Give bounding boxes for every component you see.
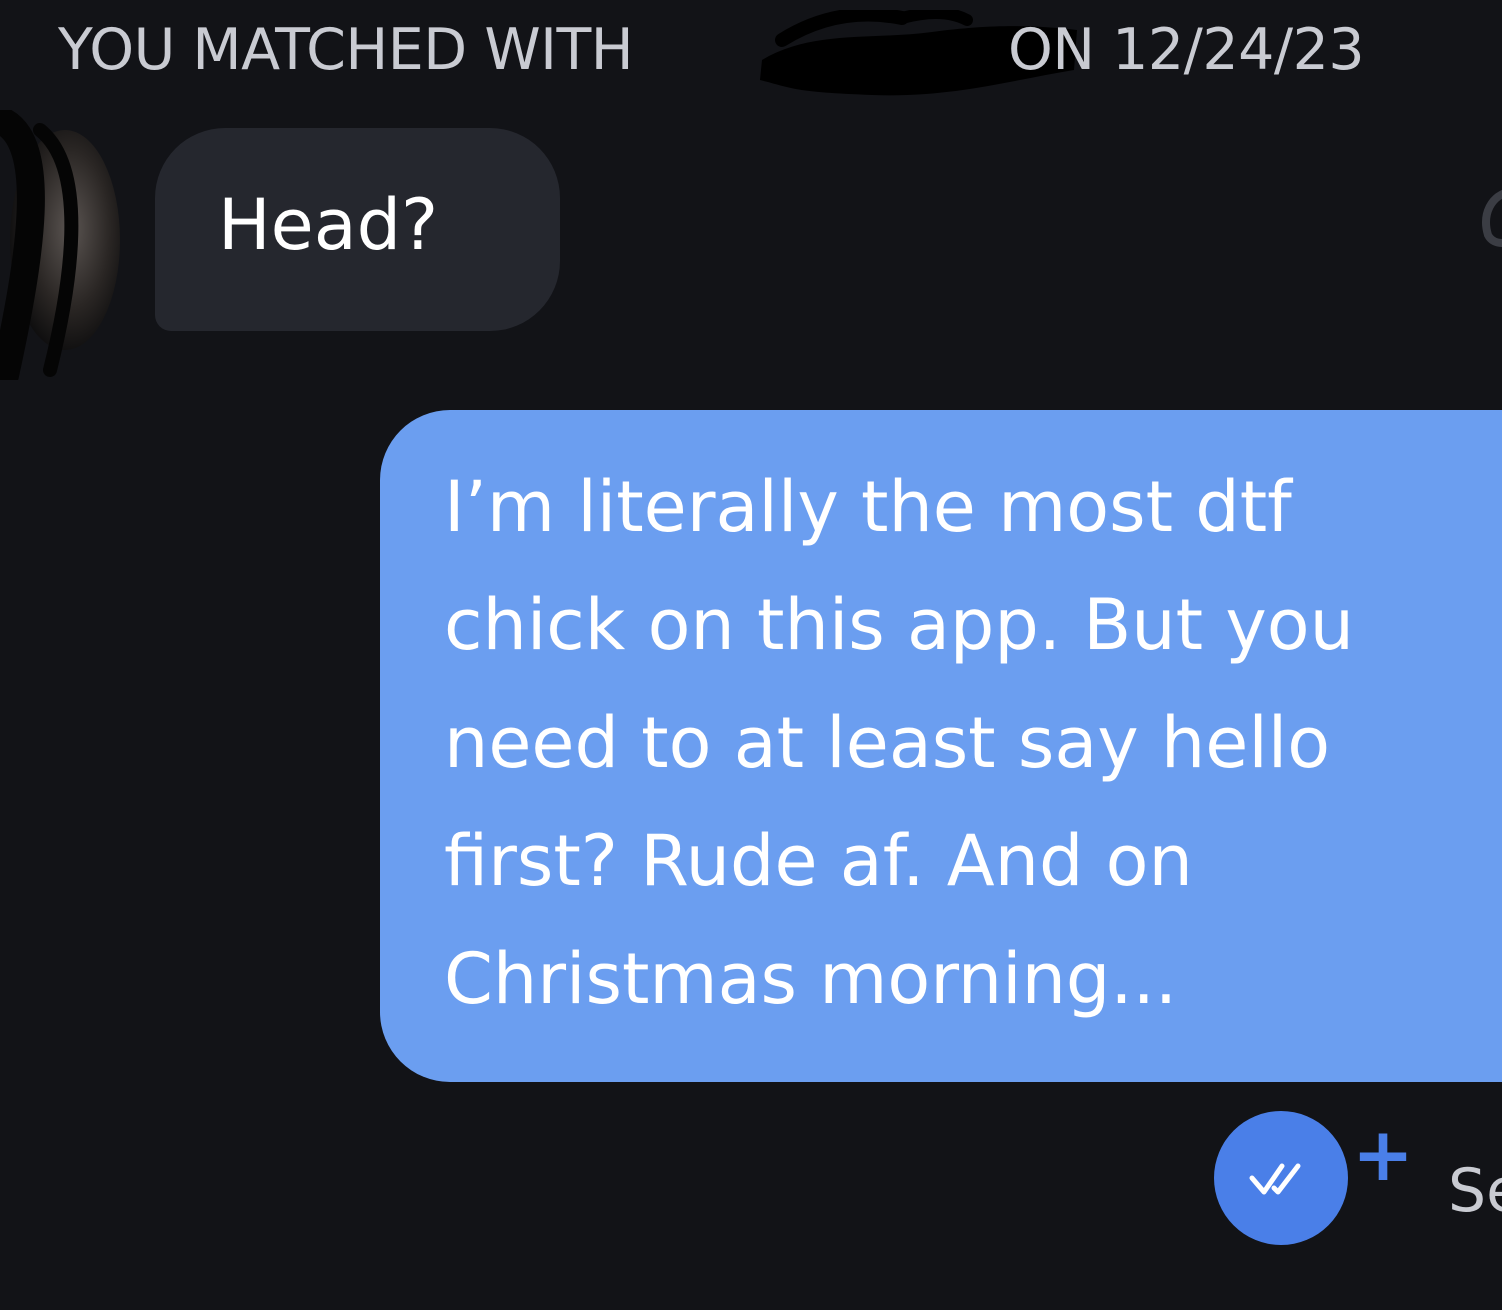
outgoing-message-line: first? Rude af. And on	[444, 820, 1193, 902]
read-receipt-button[interactable]	[1214, 1111, 1348, 1245]
outgoing-message-line: need to at least say hello	[444, 702, 1331, 784]
outgoing-message-line: I’m literally the most dtf	[444, 466, 1292, 548]
outgoing-message-text: I’m literally the most dtf chick on this…	[444, 448, 1502, 1038]
avatar[interactable]	[0, 110, 120, 380]
outgoing-message-bubble[interactable]: I’m literally the most dtf chick on this…	[380, 410, 1502, 1082]
match-text-suffix: ON 12/24/23	[1008, 17, 1365, 83]
incoming-message-text: Head?	[218, 184, 439, 266]
incoming-message-bubble[interactable]: Head?	[155, 128, 560, 331]
outgoing-message-line: Christmas morning...	[444, 938, 1178, 1020]
double-check-icon	[1249, 1163, 1301, 1195]
seen-status-label: Se	[1448, 1156, 1502, 1226]
outgoing-message-line: chick on this app. But you	[444, 584, 1354, 666]
match-text-prefix: YOU MATCHED WITH	[58, 17, 634, 83]
plus-icon[interactable]: +	[1352, 1118, 1414, 1192]
heart-reaction-icon[interactable]	[1478, 185, 1502, 247]
match-header: YOU MATCHED WITH ON 12/24/23	[0, 0, 1502, 110]
